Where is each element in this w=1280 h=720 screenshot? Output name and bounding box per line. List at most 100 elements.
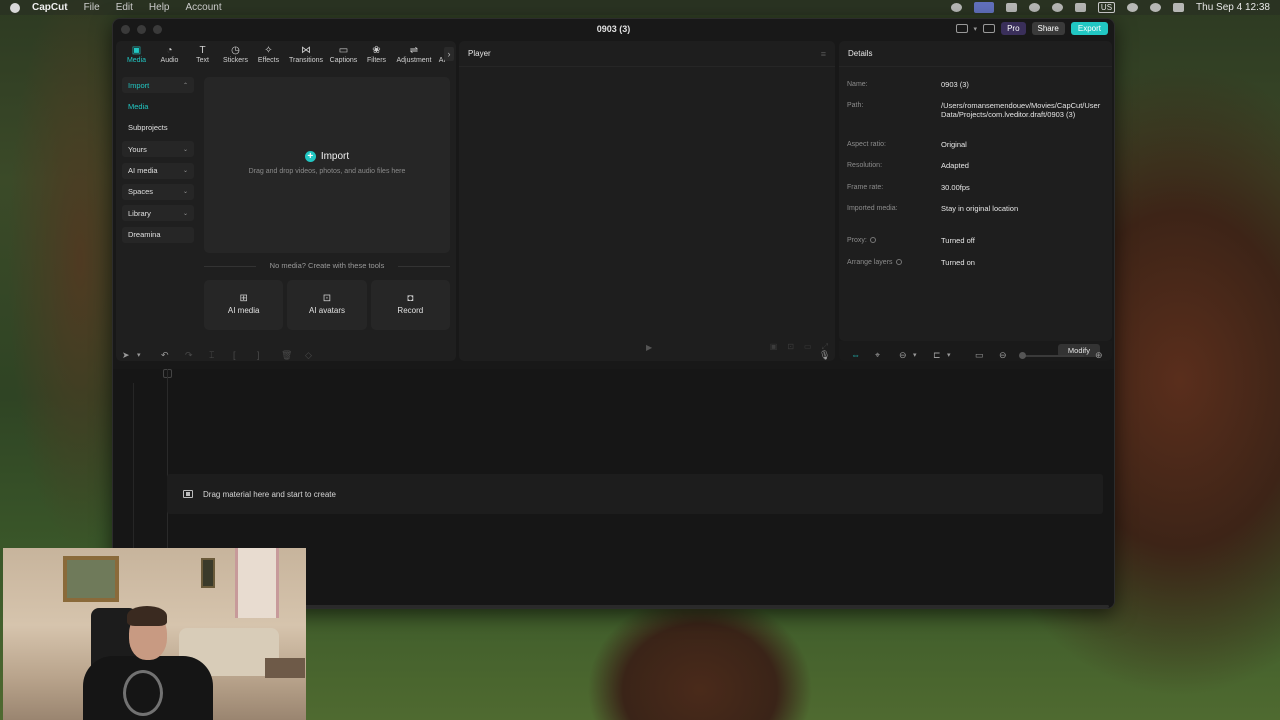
record-button[interactable]: ◘ Record: [370, 280, 450, 330]
import-button[interactable]: + Import: [204, 151, 450, 162]
tab-audio[interactable]: ◔ Audio: [153, 41, 186, 64]
zoom-window-button[interactable]: [153, 25, 162, 34]
microphone-icon[interactable]: 🎙: [819, 350, 830, 361]
film-icon: [183, 490, 193, 498]
subnav-dreamina[interactable]: Dreamina: [122, 226, 194, 243]
close-window-button[interactable]: [121, 25, 130, 34]
menu-edit[interactable]: Edit: [116, 2, 133, 13]
person-body: [83, 656, 213, 720]
details-panel: Details Name: 0903 (3) Path:/Users/romans…: [839, 41, 1112, 341]
capcut-tray-icon[interactable]: [1005, 3, 1017, 12]
window-controls: [121, 25, 162, 34]
cloud-icon[interactable]: [1074, 3, 1086, 12]
subnav-media[interactable]: Media: [122, 98, 194, 114]
detail-arrange-layers: Arrange layers Turned on: [847, 258, 975, 267]
preview-axis-icon[interactable]: ⊏: [933, 350, 941, 361]
link-dropdown-icon[interactable]: ▾: [913, 351, 917, 359]
link-icon[interactable]: ⊖: [899, 350, 907, 361]
split-icon[interactable]: ⌶: [209, 350, 214, 361]
minimize-window-button[interactable]: [137, 25, 146, 34]
tab-text[interactable]: T Text: [186, 41, 219, 64]
tab-effects[interactable]: ✧ Effects: [252, 41, 285, 64]
split-left-icon[interactable]: [: [233, 350, 236, 360]
person-hair: [127, 606, 167, 626]
split-right-icon[interactable]: ]: [257, 350, 260, 360]
media-subnav: Import ⌃ Media Subprojects Yours ⌄ AI medi…: [122, 77, 194, 248]
export-button[interactable]: Export: [1070, 22, 1108, 35]
menu-icon[interactable]: ≡: [821, 49, 826, 59]
zoom-in-icon[interactable]: ⊕: [1095, 350, 1103, 361]
import-dropzone[interactable]: + Import Drag and drop videos, photos, a…: [204, 77, 450, 253]
menu-file[interactable]: File: [84, 2, 100, 13]
apple-icon[interactable]: [10, 2, 20, 13]
tab-captions[interactable]: ▭ Captions: [327, 41, 360, 64]
wall-painting: [63, 556, 119, 602]
pro-button[interactable]: Pro: [1001, 22, 1026, 35]
display-icon[interactable]: [973, 2, 994, 13]
player-header: Player ≡: [459, 41, 835, 67]
help-icon[interactable]: [895, 259, 902, 265]
title-bar: 0903 (3) ▾ Pro Share Export: [113, 19, 1114, 39]
ai-avatars-button[interactable]: ⊡ AI avatars: [287, 280, 367, 330]
tab-transitions[interactable]: ⋈ Transitions: [285, 41, 327, 64]
menu-clock[interactable]: Thu Sep 4 12:38: [1196, 2, 1270, 13]
play-tray-icon[interactable]: [1051, 3, 1063, 12]
undo-icon[interactable]: ↶: [161, 350, 169, 361]
spotlight-icon[interactable]: [1150, 3, 1162, 12]
tab-stickers[interactable]: ◷ Stickers: [219, 41, 252, 64]
media-icon: ▣: [131, 45, 142, 56]
chevron-right-icon[interactable]: ›: [444, 47, 454, 61]
share-button[interactable]: Share: [1031, 22, 1065, 35]
ai-avatars-icon: ⊡: [322, 293, 332, 304]
subnav-yours[interactable]: Yours ⌄: [122, 141, 194, 158]
subnav-spaces[interactable]: Spaces ⌄: [122, 183, 194, 200]
screen-icon[interactable]: ▭: [975, 350, 984, 361]
menu-account[interactable]: Account: [186, 2, 222, 13]
help-icon[interactable]: [869, 237, 876, 243]
screen-record-icon[interactable]: [950, 3, 962, 12]
input-source[interactable]: US: [1097, 2, 1116, 13]
select-dropdown-icon[interactable]: ▾: [137, 351, 141, 359]
detail-name: Name: 0903 (3): [847, 80, 969, 89]
shortcuts-icon[interactable]: [983, 24, 996, 33]
chevron-down-icon: ⌄: [182, 210, 188, 217]
details-header: Details: [839, 41, 1112, 67]
timeline-scrollbar[interactable]: [303, 605, 1109, 608]
chevron-up-icon: ⌃: [182, 82, 188, 89]
control-center-icon[interactable]: [1173, 3, 1185, 12]
subnav-subprojects[interactable]: Subprojects: [122, 120, 194, 136]
preview-dropdown-icon[interactable]: ▾: [947, 351, 951, 359]
tab-filters[interactable]: ❀ Filters: [360, 41, 393, 64]
wall-frame: [201, 558, 215, 588]
main-track-magnet-icon[interactable]: ⇔: [851, 350, 860, 360]
tool-tabs: ▣ Media ◔ Audio T Text ◷ Stickers ✧ Effects ⋈…: [116, 41, 456, 69]
create-tools: ⊞ AI media ⊡ AI avatars ◘ Record: [204, 280, 450, 330]
subnav-ai-media[interactable]: AI media ⌄: [122, 162, 194, 179]
timeline-drop-track[interactable]: Drag material here and start to create: [167, 474, 1103, 514]
detail-path: Path:/Users/romansemendouev/Movies/CapCu…: [847, 101, 1101, 119]
sync-icon[interactable]: [1028, 3, 1040, 12]
ai-media-button[interactable]: ⊞ AI media: [204, 280, 284, 330]
shield-icon[interactable]: ◇: [305, 350, 312, 361]
menu-app[interactable]: CapCut: [32, 2, 68, 13]
zoom-slider-knob[interactable]: [1019, 352, 1026, 359]
wifi-icon[interactable]: [1127, 3, 1139, 12]
menu-help[interactable]: Help: [149, 2, 170, 13]
zoom-out-icon[interactable]: ⊖: [999, 350, 1007, 361]
tab-adjustment[interactable]: ⇌ Adjustment: [393, 41, 435, 64]
filters-icon: ❀: [372, 45, 381, 56]
detail-resolution: Resolution: Adapted: [847, 161, 969, 170]
zoom-slider[interactable]: [1022, 355, 1084, 357]
subnav-library[interactable]: Library ⌄: [122, 205, 194, 222]
select-tool-icon[interactable]: ➤: [122, 350, 130, 361]
subnav-import[interactable]: Import ⌃: [122, 77, 194, 93]
tab-media[interactable]: ▣ Media: [120, 41, 153, 64]
layout-icon[interactable]: [955, 24, 968, 33]
media-panel: ▣ Media ◔ Audio T Text ◷ Stickers ✧ Effects ⋈…: [116, 41, 456, 361]
redo-icon[interactable]: ↷: [185, 350, 193, 361]
captions-icon: ▭: [338, 45, 349, 56]
auto-snap-icon[interactable]: ⌖: [875, 350, 880, 361]
delete-icon[interactable]: 🗑: [281, 350, 292, 361]
stickers-icon: ◷: [231, 45, 240, 56]
layout-dropdown-icon[interactable]: ▾: [974, 25, 978, 33]
